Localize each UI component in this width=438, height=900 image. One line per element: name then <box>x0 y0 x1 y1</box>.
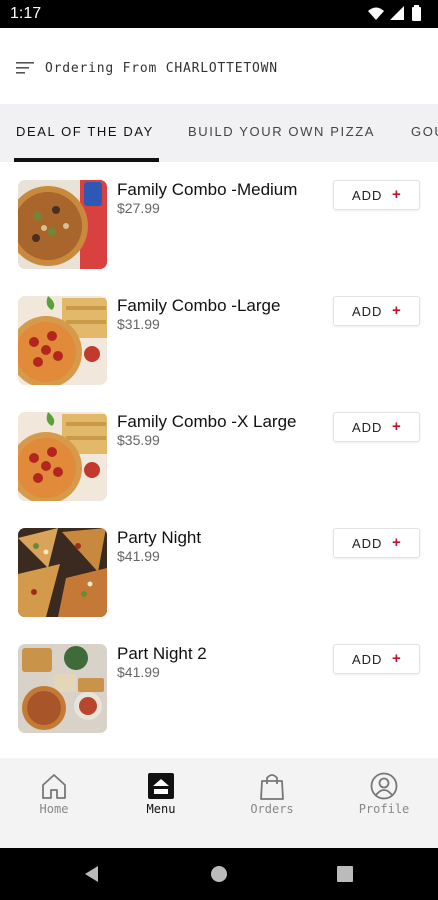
system-nav-bar <box>0 848 438 900</box>
menu-icon[interactable] <box>16 61 36 77</box>
tab-deal-of-the-day[interactable]: DEAL OF THE DAY <box>16 124 154 139</box>
tab-gourmet[interactable]: GOU <box>411 124 438 139</box>
deal-image <box>18 296 107 385</box>
deal-image <box>18 412 107 501</box>
add-button[interactable]: ADD + <box>333 644 420 674</box>
recents-icon[interactable] <box>333 862 357 886</box>
deal-image <box>18 644 107 733</box>
tab-build-your-own-pizza[interactable]: BUILD YOUR OWN PIZZA <box>188 124 375 139</box>
nav-home[interactable]: Home <box>0 758 108 848</box>
plus-icon: + <box>392 534 401 551</box>
bag-icon <box>260 774 284 800</box>
battery-icon <box>412 7 421 21</box>
list-item[interactable]: Part Night 2 $41.99 ADD + <box>0 626 438 742</box>
deal-price: $41.99 <box>117 664 160 680</box>
header: Ordering From CHARLOTTETOWN <box>0 28 438 104</box>
deal-price: $31.99 <box>117 316 160 332</box>
status-time: 1:17 <box>10 5 42 22</box>
add-button[interactable]: ADD + <box>333 296 420 326</box>
plus-icon: + <box>392 650 401 667</box>
profile-icon <box>370 772 398 800</box>
home-icon <box>42 774 66 799</box>
status-icons <box>368 5 421 21</box>
nav-label: Home <box>39 802 69 816</box>
nav-label: Menu <box>146 802 176 816</box>
wifi-icon <box>368 7 384 20</box>
nav-label: Orders <box>250 802 294 816</box>
list-item[interactable]: Family Combo -Large $31.99 ADD + <box>0 278 438 394</box>
nav-menu[interactable]: Menu <box>107 758 215 848</box>
add-label: ADD <box>352 188 383 203</box>
deal-name: Family Combo -X Large <box>117 412 297 431</box>
deal-name: Family Combo -Large <box>117 296 281 315</box>
list-item[interactable]: Family Combo -Medium $27.99 ADD + <box>0 162 438 278</box>
nav-label: Profile <box>358 802 410 816</box>
add-button[interactable]: ADD + <box>333 180 420 210</box>
list-item[interactable]: Party Night $41.99 ADD + <box>0 510 438 626</box>
deal-name: Part Night 2 <box>117 644 207 663</box>
add-button[interactable]: ADD + <box>333 528 420 558</box>
plus-icon: + <box>392 418 401 435</box>
deal-name: Family Combo -Medium <box>117 180 298 199</box>
add-label: ADD <box>352 652 383 667</box>
bottom-nav: Home Menu Orders Profile <box>0 758 438 848</box>
plus-icon: + <box>392 186 401 203</box>
nav-profile[interactable]: Profile <box>330 758 438 848</box>
add-button[interactable]: ADD + <box>333 412 420 442</box>
plus-icon: + <box>392 302 401 319</box>
status-bar: 1:17 <box>0 0 438 28</box>
deal-image <box>18 180 107 269</box>
deal-price: $41.99 <box>117 548 160 564</box>
deal-name: Party Night <box>117 528 202 547</box>
signal-icon <box>390 6 404 20</box>
home-circle-icon[interactable] <box>207 862 231 886</box>
nav-orders[interactable]: Orders <box>218 758 326 848</box>
ordering-location[interactable]: Ordering From CHARLOTTETOWN <box>45 61 278 76</box>
menu-icon <box>148 773 174 799</box>
deal-price: $35.99 <box>117 432 160 448</box>
list-item[interactable]: Family Combo -X Large $35.99 ADD + <box>0 394 438 510</box>
add-label: ADD <box>352 420 383 435</box>
deal-image <box>18 528 107 617</box>
deal-list: Family Combo -Medium $27.99 ADD + Family… <box>0 162 438 758</box>
add-label: ADD <box>352 536 383 551</box>
add-label: ADD <box>352 304 383 319</box>
back-icon[interactable] <box>80 862 104 886</box>
deal-price: $27.99 <box>117 200 160 216</box>
category-tabs: DEAL OF THE DAY BUILD YOUR OWN PIZZA GOU <box>0 104 438 162</box>
